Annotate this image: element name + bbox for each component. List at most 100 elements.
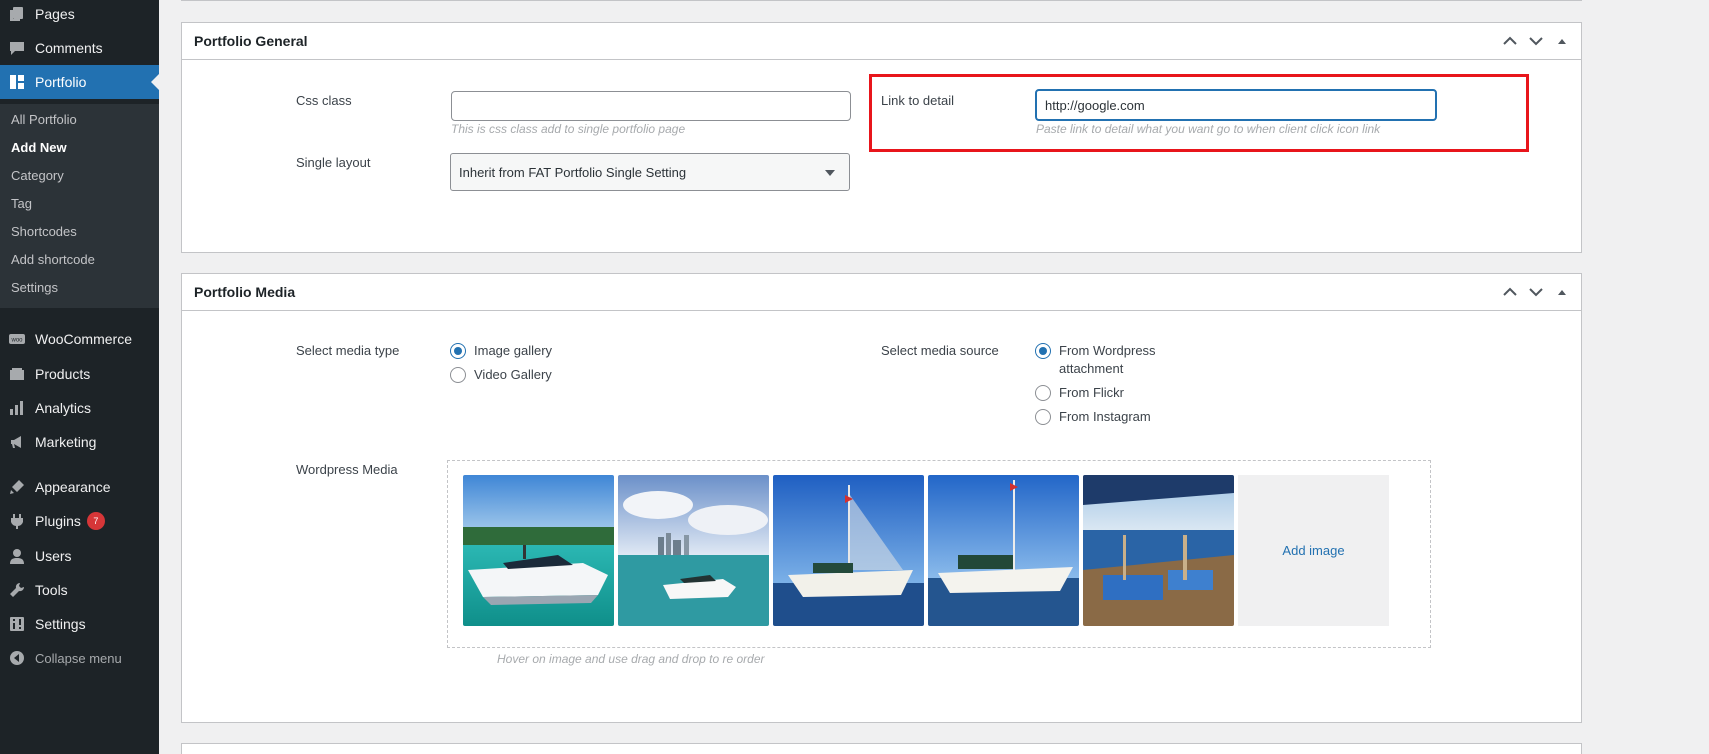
sidebar-item-label: Analytics <box>35 400 92 416</box>
single-layout-value: Inherit from FAT Portfolio Single Settin… <box>459 164 687 180</box>
plugins-icon <box>9 513 25 529</box>
submenu-add-new[interactable]: Add New <box>11 140 67 155</box>
products-icon <box>9 366 25 382</box>
gallery-image[interactable] <box>928 475 1079 626</box>
woocommerce-icon: woo <box>9 331 25 347</box>
collapse-menu-button[interactable]: Collapse menu <box>0 641 159 675</box>
radio-label: Video Gallery <box>474 367 552 382</box>
sidebar-item-label: Settings <box>35 616 86 632</box>
radio-unselected-icon <box>450 367 466 383</box>
gallery-image[interactable] <box>1083 475 1234 626</box>
sidebar-item-label: Marketing <box>35 434 97 450</box>
single-layout-select[interactable]: Inherit from FAT Portfolio Single Settin… <box>450 153 850 191</box>
toggle-panel-button[interactable] <box>1553 283 1571 301</box>
sidebar-item-woocommerce[interactable]: woo WooCommerce <box>0 322 159 356</box>
sidebar-item-label: Plugins <box>35 513 81 529</box>
sidebar-item-label: Tools <box>35 582 68 598</box>
radio-unselected-icon <box>1035 409 1051 425</box>
radio-selected-icon <box>1035 343 1051 359</box>
media-type-label: Select media type <box>296 343 400 358</box>
radio-label: Image gallery <box>474 343 553 358</box>
css-class-input[interactable] <box>451 91 851 121</box>
gallery-image[interactable] <box>773 475 924 626</box>
single-layout-label: Single layout <box>296 155 371 170</box>
link-to-detail-hint: Paste link to detail what you want go to… <box>1036 122 1381 136</box>
portfolio-media-header[interactable]: Portfolio Media <box>182 274 1581 311</box>
submenu-settings[interactable]: Settings <box>11 280 58 295</box>
chevron-down-icon <box>1529 288 1543 297</box>
radio-unselected-icon <box>1035 385 1051 401</box>
sidebar-item-users[interactable]: Users <box>0 539 159 573</box>
panel-controls <box>1501 32 1571 50</box>
radio-label: From Wordpress attachment <box>1059 343 1156 376</box>
sidebar-item-analytics[interactable]: Analytics <box>0 391 159 425</box>
sidebar-item-appearance[interactable]: Appearance <box>0 470 159 504</box>
marketing-icon <box>9 434 25 450</box>
toggle-panel-button[interactable] <box>1553 32 1571 50</box>
reorder-hint: Hover on image and use drag and drop to … <box>497 652 765 666</box>
next-panel-edge <box>181 743 1582 754</box>
media-source-label: Select media source <box>881 343 999 358</box>
tools-icon <box>9 582 25 598</box>
move-up-button[interactable] <box>1501 32 1519 50</box>
submenu-shortcodes[interactable]: Shortcodes <box>11 224 77 239</box>
sidebar-item-label: Appearance <box>35 479 111 495</box>
panel-title: Portfolio Media <box>194 284 296 300</box>
sidebar-item-plugins[interactable]: Plugins 7 <box>0 504 159 538</box>
link-to-detail-input[interactable]: http://google.com <box>1035 89 1437 121</box>
appearance-icon <box>9 479 25 495</box>
sidebar-item-tools[interactable]: Tools <box>0 573 159 607</box>
submenu-tag[interactable]: Tag <box>11 196 32 211</box>
sidebar-item-label: Products <box>35 366 91 382</box>
css-class-label: Css class <box>296 93 352 108</box>
move-down-button[interactable] <box>1527 283 1545 301</box>
radio-video-gallery[interactable]: Video Gallery <box>450 366 584 384</box>
sidebar-item-comments[interactable]: Comments <box>0 31 159 65</box>
portfolio-general-panel: Portfolio General Css class This is css … <box>181 22 1582 253</box>
panel-controls <box>1501 283 1571 301</box>
portfolio-icon <box>9 74 25 90</box>
move-down-button[interactable] <box>1527 32 1545 50</box>
triangle-up-icon <box>1558 39 1566 44</box>
radio-from-wordpress[interactable]: From Wordpress attachment <box>1035 342 1169 378</box>
sidebar-item-label: Users <box>35 548 72 564</box>
gallery-image[interactable] <box>618 475 769 626</box>
portfolio-media-panel: Portfolio Media Select media type Image … <box>181 273 1582 723</box>
comments-icon <box>9 40 25 56</box>
pages-icon <box>9 6 25 22</box>
users-icon <box>9 548 25 564</box>
chevron-up-icon <box>1503 36 1517 45</box>
sidebar-item-pages[interactable]: Pages <box>0 0 159 31</box>
sidebar-item-marketing[interactable]: Marketing <box>0 425 159 459</box>
svg-text:woo: woo <box>10 338 23 344</box>
panel-title: Portfolio General <box>194 33 308 49</box>
sidebar-item-products[interactable]: Products <box>0 357 159 391</box>
settings-icon <box>9 616 25 632</box>
radio-from-flickr[interactable]: From Flickr <box>1035 384 1169 402</box>
add-image-button[interactable]: Add image <box>1238 475 1389 626</box>
chevron-up-icon <box>1503 287 1517 296</box>
sidebar-item-settings[interactable]: Settings <box>0 607 159 641</box>
link-to-detail-label: Link to detail <box>881 93 954 108</box>
previous-panel-edge <box>181 0 1582 1</box>
collapse-icon <box>9 650 25 666</box>
radio-image-gallery[interactable]: Image gallery <box>450 342 584 360</box>
css-class-hint: This is css class add to single portfoli… <box>451 122 686 136</box>
portfolio-general-header[interactable]: Portfolio General <box>182 23 1581 60</box>
gallery-image[interactable] <box>463 475 614 626</box>
sidebar-item-portfolio[interactable]: Portfolio <box>0 65 159 99</box>
submenu-add-shortcode[interactable]: Add shortcode <box>11 252 95 267</box>
collapse-menu-label: Collapse menu <box>35 650 122 666</box>
media-gallery-box: Add image <box>447 460 1431 648</box>
radio-label: From Instagram <box>1059 409 1151 424</box>
admin-sidebar: Pages Comments Portfolio All Portfolio A… <box>0 0 159 754</box>
sidebar-item-label: Comments <box>35 40 103 56</box>
move-up-button[interactable] <box>1501 283 1519 301</box>
radio-selected-icon <box>450 343 466 359</box>
radio-from-instagram[interactable]: From Instagram <box>1035 408 1169 426</box>
analytics-icon <box>9 400 25 416</box>
portfolio-submenu: All Portfolio Add New Category Tag Short… <box>0 104 159 308</box>
chevron-down-icon <box>1529 37 1543 46</box>
submenu-all-portfolio[interactable]: All Portfolio <box>11 112 77 127</box>
submenu-category[interactable]: Category <box>11 168 64 183</box>
